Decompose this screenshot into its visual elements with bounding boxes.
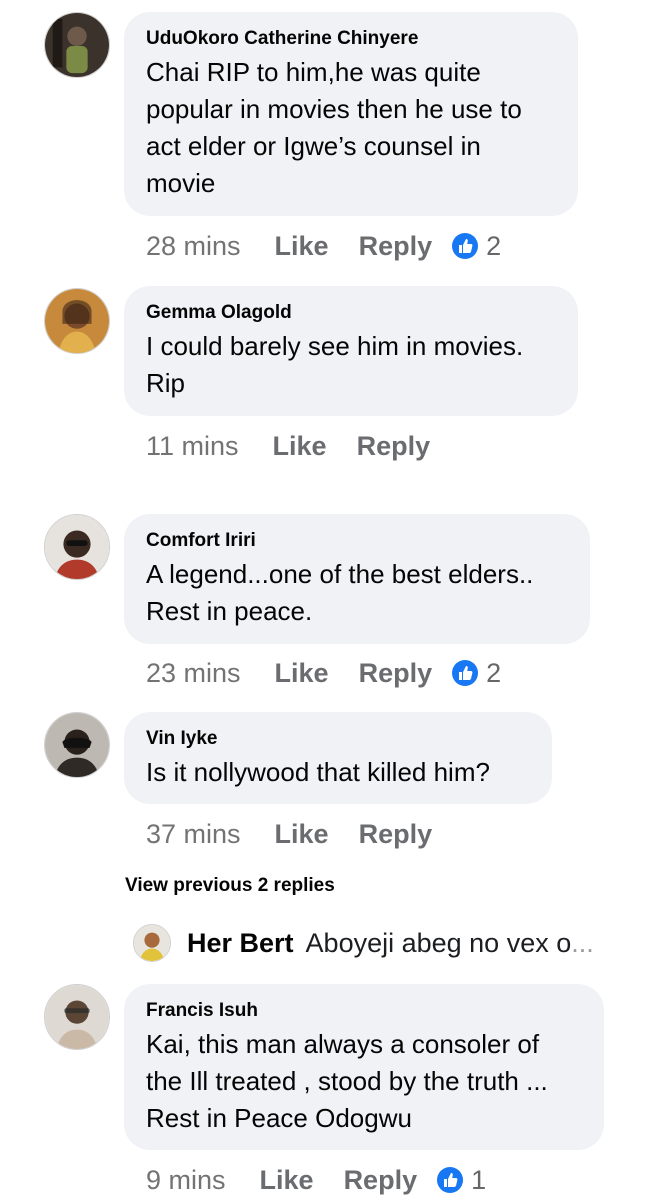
like-button[interactable]: Like — [275, 818, 329, 850]
reply-button[interactable]: Reply — [357, 430, 431, 462]
reply-button[interactable]: Reply — [359, 818, 433, 850]
reply-ellipsis: ... — [571, 928, 594, 958]
comment-line: Rest in Peace Odogwu — [146, 1103, 412, 1133]
comment-bubble: Vin Iyke Is it nollywood that killed him… — [124, 712, 552, 804]
comment-bubble: Francis Isuh Kai, this man always a cons… — [124, 984, 604, 1150]
comment-line: A legend...one of the best elders.. — [146, 559, 534, 589]
comment-line: the Ill treated , stood by the truth ... — [146, 1066, 548, 1096]
comment-bubble: UduOkoro Catherine Chinyere Chai RIP to … — [124, 12, 578, 216]
reaction-count: 1 — [471, 1165, 487, 1195]
like-button[interactable]: Like — [275, 230, 329, 262]
thumbs-up-icon — [452, 660, 479, 686]
reaction-summary[interactable]: 2 — [452, 657, 501, 689]
reply-preview[interactable]: Her Bert Aboyeji abeg no vex o... — [133, 924, 594, 962]
comment-text: Chai RIP to him,he was quite popular in … — [146, 54, 556, 202]
reaction-summary[interactable]: 2 — [452, 230, 501, 262]
thumbs-up-icon — [452, 233, 479, 259]
reply-author[interactable]: Her Bert — [187, 925, 294, 961]
comment-line: Rest in peace. — [146, 596, 313, 626]
reply-button[interactable]: Reply — [359, 657, 433, 689]
comment-author[interactable]: UduOkoro Catherine Chinyere — [146, 28, 556, 50]
view-previous-replies-link[interactable]: View previous 2 replies — [125, 875, 335, 897]
comment-author[interactable]: Comfort Iriri — [146, 530, 568, 552]
comment-timestamp[interactable]: 28 mins — [146, 230, 241, 262]
avatar[interactable] — [133, 924, 171, 962]
comment-actions: 11 mins Like Reply — [146, 430, 460, 462]
reaction-count: 2 — [486, 658, 502, 688]
comment-line: Kai, this man always a consoler of — [146, 1029, 540, 1059]
comment-line: Rip — [146, 368, 186, 398]
comment-timestamp[interactable]: 23 mins — [146, 657, 241, 689]
comment-author[interactable]: Francis Isuh — [146, 1000, 582, 1022]
like-button[interactable]: Like — [273, 430, 327, 462]
avatar[interactable] — [44, 288, 110, 354]
avatar[interactable] — [44, 12, 110, 78]
reply-button[interactable]: Reply — [344, 1164, 418, 1196]
comment-actions: 23 mins Like Reply 2 — [146, 657, 501, 689]
comment-author[interactable]: Vin Iyke — [146, 728, 530, 750]
comment-line: movie — [146, 168, 216, 198]
like-button[interactable]: Like — [260, 1164, 314, 1196]
comment-timestamp[interactable]: 9 mins — [146, 1164, 226, 1196]
avatar[interactable] — [44, 712, 110, 778]
comment-author[interactable]: Gemma Olagold — [146, 302, 556, 324]
comment-timestamp[interactable]: 37 mins — [146, 818, 241, 850]
comment-actions: 28 mins Like Reply 2 — [146, 230, 501, 262]
comment-text: A legend...one of the best elders.. Rest… — [146, 556, 568, 630]
comment-text: Kai, this man always a consoler of the I… — [146, 1026, 582, 1137]
comment-text: I could barely see him in movies. Rip — [146, 328, 556, 402]
comment-line: Is it nollywood that killed him? — [146, 757, 490, 787]
comment-bubble: Gemma Olagold I could barely see him in … — [124, 286, 578, 416]
avatar[interactable] — [44, 984, 110, 1050]
comment-timestamp[interactable]: 11 mins — [146, 430, 239, 462]
reaction-count: 2 — [486, 231, 502, 261]
like-button[interactable]: Like — [275, 657, 329, 689]
comment-text: Is it nollywood that killed him? — [146, 754, 530, 791]
reply-text: Aboyeji abeg no vex o — [305, 928, 572, 958]
comment-line: Chai RIP to him,he was quite — [146, 57, 481, 87]
comment-line: popular in movies then he use to — [146, 94, 522, 124]
reaction-summary[interactable]: 1 — [437, 1164, 486, 1196]
avatar[interactable] — [44, 514, 110, 580]
comment-actions: 37 mins Like Reply — [146, 818, 462, 850]
comment-bubble: Comfort Iriri A legend...one of the best… — [124, 514, 590, 644]
comment-line: act elder or Igwe’s counsel in — [146, 131, 481, 161]
reply-button[interactable]: Reply — [359, 230, 433, 262]
comment-line: I could barely see him in movies. — [146, 331, 524, 361]
comment-actions: 9 mins Like Reply 1 — [146, 1164, 486, 1196]
thumbs-up-icon — [437, 1167, 464, 1193]
